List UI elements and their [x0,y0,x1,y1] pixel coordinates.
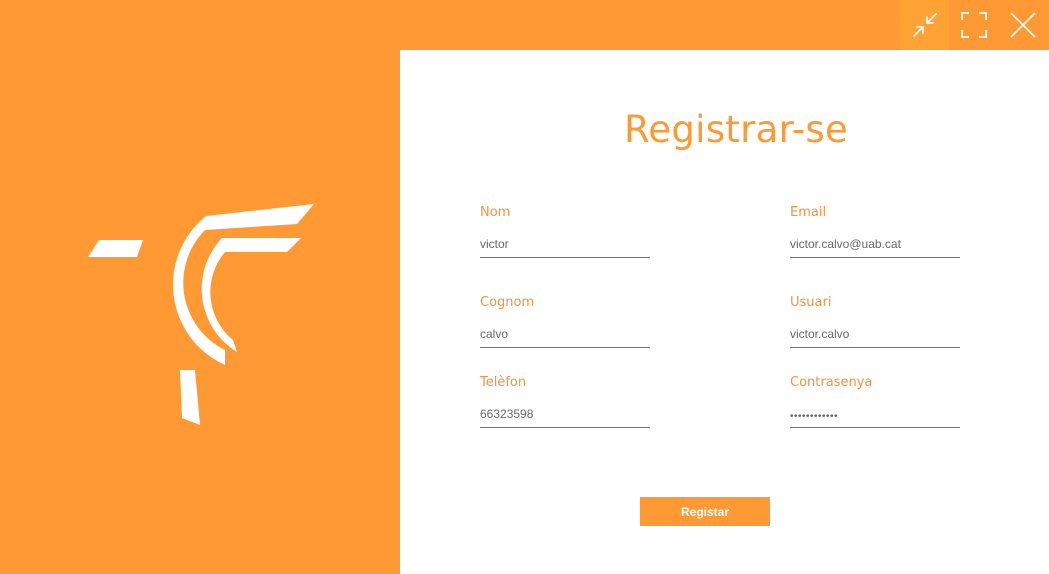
nom-input[interactable] [480,230,650,258]
telefon-field: Telèfon [480,374,650,428]
contrasenya-label: Contrasenya [790,375,873,390]
maximize-brackets-icon [960,12,987,38]
minimize-arrows-icon [912,12,937,38]
email-label: Email [790,205,827,220]
brand-panel [0,0,400,574]
nom-label: Nom [480,205,511,220]
telefon-input[interactable] [480,400,650,428]
cognom-field: Cognom [480,294,650,348]
contrasenya-input[interactable] [790,400,960,428]
usuari-input[interactable] [790,320,960,348]
email-field: Email [790,204,960,258]
usuari-field: Usuari [790,294,960,348]
usuari-label: Usuari [790,295,832,310]
cognom-input[interactable] [480,320,650,348]
telefon-label: Telèfon [480,375,527,390]
contrasenya-field: Contrasenya [790,374,960,428]
nom-field: Nom [480,204,650,258]
brand-logo-icon [88,204,314,425]
close-button[interactable] [998,0,1047,50]
register-button[interactable]: Registar [640,497,770,526]
page-title: Registrar-se [623,108,849,151]
minimize-button[interactable] [900,0,949,50]
window-controls [900,0,1049,50]
register-form: Registrar-se Nom Email Cognom Usuari Tel… [400,50,1049,574]
email-input[interactable] [790,230,960,258]
cognom-label: Cognom [480,295,535,310]
maximize-button[interactable] [949,0,998,50]
close-x-icon [1009,12,1036,38]
